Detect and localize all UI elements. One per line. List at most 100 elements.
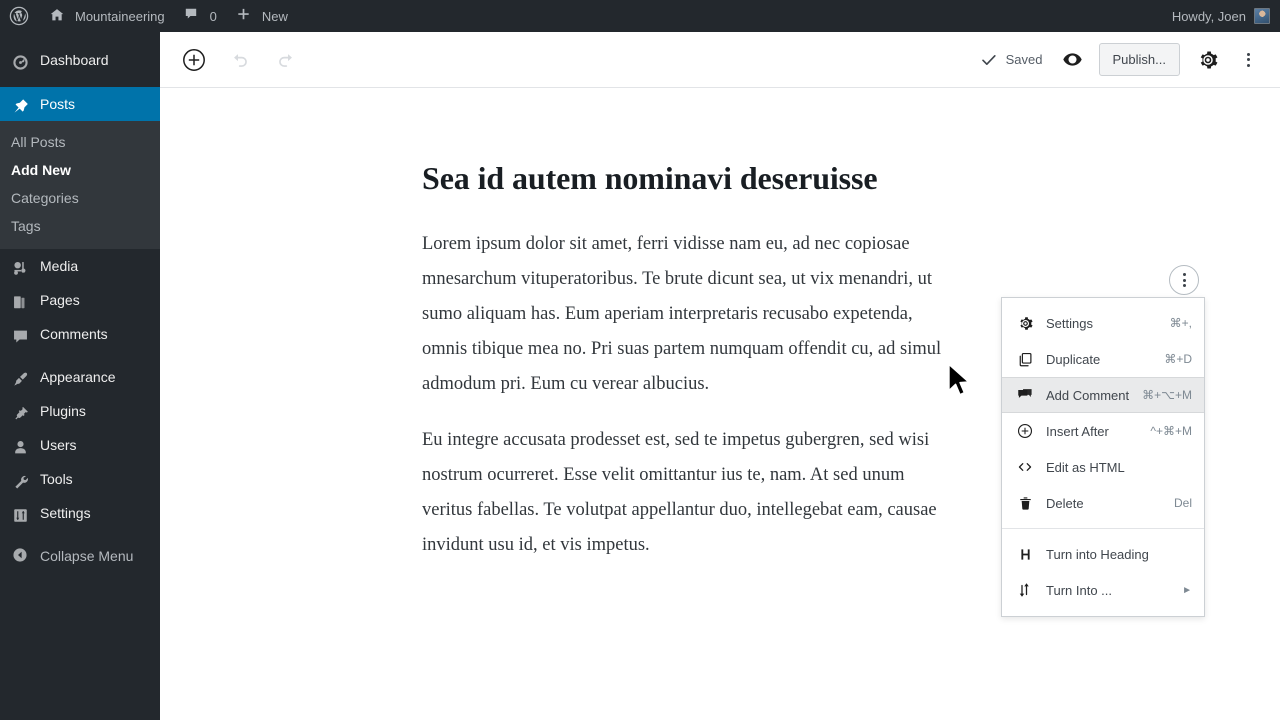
sidebar-subitem-tags[interactable]: Tags: [0, 212, 160, 240]
paragraph-block[interactable]: Lorem ipsum dolor sit amet, ferri vidiss…: [422, 227, 942, 402]
heading-h-icon: [1015, 546, 1035, 563]
more-options-button[interactable]: [1230, 42, 1266, 78]
block-options-menu: Settings ⌘+, Duplicate ⌘+D Add Comment ⌘…: [1001, 297, 1205, 617]
menu-item-delete[interactable]: Delete Del: [1002, 485, 1204, 521]
menu-item-turn-into-heading[interactable]: Turn into Heading: [1002, 536, 1204, 572]
mouse-pointer-icon: [948, 363, 970, 396]
mouse-cursor: [947, 363, 973, 404]
ellipsis-vertical-icon: [1182, 273, 1186, 287]
sidebar-item-label: Posts: [40, 96, 76, 112]
paragraph-block[interactable]: Eu integre accusata prodesset est, sed t…: [422, 423, 942, 563]
trash-icon: [1015, 495, 1035, 512]
sidebar-item-appearance[interactable]: Appearance: [0, 360, 160, 394]
media-icon: [11, 256, 31, 276]
save-status[interactable]: Saved: [977, 50, 1051, 70]
menu-item-shortcut: Del: [1173, 496, 1192, 510]
menu-item-edit-as-html[interactable]: Edit as HTML: [1002, 449, 1204, 485]
sidebar-subitem-all-posts[interactable]: All Posts: [0, 128, 160, 156]
sidebar-item-label: Users: [40, 437, 77, 453]
editor-header: Saved Publish...: [160, 32, 1280, 88]
comment-bubble-icon: [11, 324, 31, 344]
menu-item-label: Turn into Heading: [1046, 546, 1149, 562]
sidebar-item-posts[interactable]: Posts: [0, 87, 160, 121]
save-status-label: Saved: [1005, 52, 1043, 67]
gear-icon: [1015, 315, 1035, 332]
sidebar-item-label: Pages: [40, 292, 80, 308]
settings-button[interactable]: [1190, 42, 1226, 78]
sidebar-item-label: Dashboard: [40, 52, 109, 68]
sidebar-item-dashboard[interactable]: Dashboard: [0, 43, 160, 77]
menu-item-label: Duplicate: [1046, 351, 1101, 367]
sidebar-item-label: Plugins: [40, 403, 86, 419]
redo-arrow-icon: [279, 53, 292, 67]
menu-item-shortcut: ⌘+D: [1164, 352, 1192, 366]
publish-button[interactable]: Publish...: [1098, 43, 1180, 76]
dashboard-gauge-icon: [11, 50, 31, 70]
admin-sidebar: Dashboard Posts All Posts Add New Catego…: [0, 32, 160, 720]
block-editor: Saved Publish... Sea id autem nominavi d…: [160, 32, 1280, 720]
wrench-icon: [11, 469, 31, 489]
sidebar-item-settings[interactable]: Settings: [0, 496, 160, 530]
undo-arrow-icon: [234, 53, 247, 67]
site-name-label: Mountaineering: [75, 8, 165, 24]
menu-item-label: Delete: [1046, 495, 1084, 511]
menu-item-turn-into[interactable]: Turn Into ... ►: [1002, 572, 1204, 608]
comments-bubble-button[interactable]: 0: [174, 0, 226, 32]
post-inner: Sea id autem nominavi deseruisse Lorem i…: [422, 160, 1002, 563]
collapse-menu-button[interactable]: Collapse Menu: [0, 539, 160, 573]
menu-item-shortcut: ⌘+⌥+M: [1142, 388, 1192, 402]
pin-icon: [11, 94, 31, 114]
post-title[interactable]: Sea id autem nominavi deseruisse: [422, 160, 1002, 197]
sidebar-item-pages[interactable]: Pages: [0, 283, 160, 317]
sidebar-divider: [0, 351, 160, 360]
menu-item-shortcut: ⌘+,: [1169, 316, 1192, 330]
code-brackets-icon: [1015, 458, 1035, 476]
menu-item-label: Add Comment: [1046, 387, 1130, 403]
comment-bubble-icon: [183, 6, 203, 26]
sliders-icon: [11, 503, 31, 523]
account-menu[interactable]: Howdy, Joen: [1172, 8, 1280, 24]
menu-item-add-comment[interactable]: Add Comment ⌘+⌥+M: [1002, 377, 1204, 413]
chevron-right-icon: ►: [1182, 584, 1192, 596]
menu-item-insert-after[interactable]: Insert After ^+⌘+M: [1002, 413, 1204, 449]
collapse-menu-label: Collapse Menu: [40, 548, 134, 564]
menu-item-shortcut: ^+⌘+M: [1150, 424, 1192, 438]
circle-plus-icon: [1015, 422, 1035, 440]
sidebar-item-comments[interactable]: Comments: [0, 317, 160, 351]
sidebar-item-label: Tools: [40, 471, 73, 487]
sidebar-subitem-add-new[interactable]: Add New: [0, 156, 160, 184]
site-name-menu[interactable]: Mountaineering: [39, 0, 174, 32]
sidebar-item-plugins[interactable]: Plugins: [0, 394, 160, 428]
admin-bar: Mountaineering 0 New Howdy, Joen: [0, 0, 1280, 32]
menu-divider: [1002, 528, 1204, 529]
eye-icon: [1063, 53, 1082, 66]
undo-button[interactable]: [222, 42, 258, 78]
comments-count: 0: [209, 8, 217, 24]
sidebar-item-label: Settings: [40, 505, 91, 521]
user-icon: [11, 435, 31, 455]
new-content-menu[interactable]: New: [226, 0, 297, 32]
sidebar-item-label: Comments: [40, 326, 108, 342]
wordpress-logo-button[interactable]: [0, 0, 39, 32]
menu-item-label: Settings: [1046, 315, 1093, 331]
howdy-greeting: Howdy, Joen: [1171, 8, 1246, 24]
menu-item-label: Edit as HTML: [1046, 459, 1125, 475]
block-more-options-button[interactable]: [1169, 265, 1199, 295]
pages-icon: [11, 290, 31, 310]
sidebar-subitem-categories[interactable]: Categories: [0, 184, 160, 212]
checkmark-icon: [981, 54, 996, 65]
redo-button[interactable]: [268, 42, 304, 78]
collapse-arrow-icon: [11, 546, 31, 566]
sidebar-item-users[interactable]: Users: [0, 428, 160, 462]
new-label: New: [261, 8, 288, 24]
sidebar-item-media[interactable]: Media: [0, 249, 160, 283]
home-icon: [48, 6, 68, 26]
sidebar-item-tools[interactable]: Tools: [0, 462, 160, 496]
menu-item-duplicate[interactable]: Duplicate ⌘+D: [1002, 341, 1204, 377]
preview-button[interactable]: [1055, 42, 1091, 78]
menu-item-settings[interactable]: Settings ⌘+,: [1002, 305, 1204, 341]
comment-icon: [1015, 386, 1035, 404]
posts-submenu: All Posts Add New Categories Tags: [0, 121, 160, 249]
sidebar-divider: [0, 530, 160, 539]
add-block-button[interactable]: [176, 42, 212, 78]
